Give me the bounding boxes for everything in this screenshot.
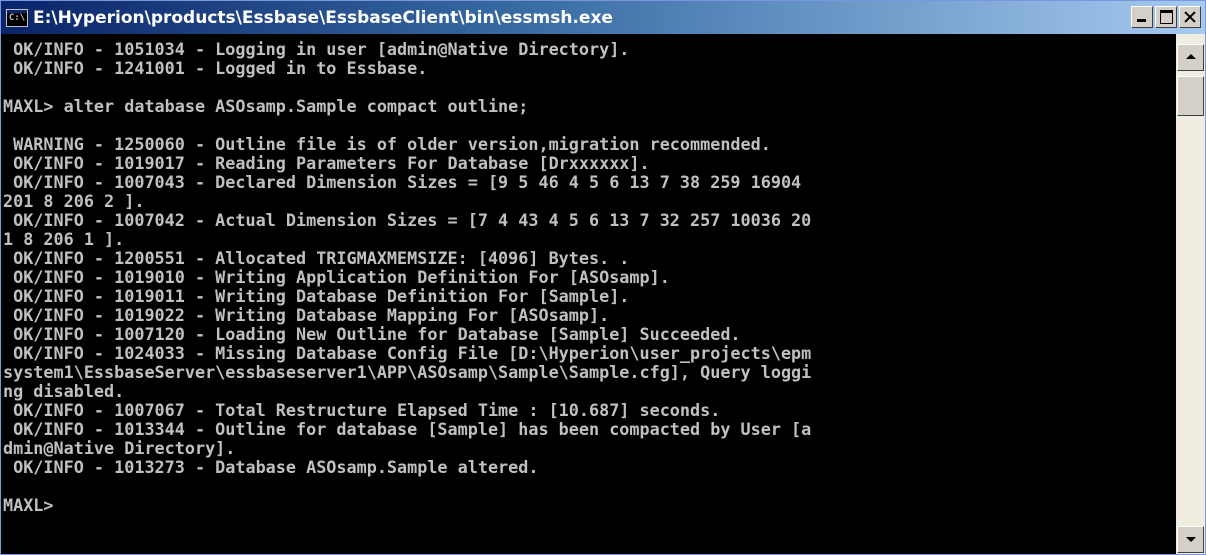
- console-line: MAXL>: [3, 495, 54, 515]
- console-line: system1\EssbaseServer\essbaseserver1\APP…: [3, 362, 812, 382]
- console-line: ng disabled.: [3, 381, 125, 401]
- maximize-button[interactable]: [1155, 6, 1177, 28]
- console-line: OK/INFO - 1200551 - Allocated TRIGMAXMEM…: [3, 248, 630, 268]
- console-line: OK/INFO - 1019010 - Writing Application …: [3, 267, 670, 287]
- minimize-button[interactable]: [1131, 6, 1153, 28]
- console-output[interactable]: OK/INFO - 1051034 - Logging in user [adm…: [1, 34, 1176, 554]
- console-line: OK/INFO - 1013273 - Database ASOsamp.Sam…: [3, 457, 539, 477]
- scroll-up-button[interactable]: [1177, 44, 1204, 71]
- console-line: OK/INFO - 1007042 - Actual Dimension Siz…: [3, 210, 812, 230]
- console-line: OK/INFO - 1007067 - Total Restructure El…: [3, 400, 721, 420]
- console-line: OK/INFO - 1051034 - Logging in user [adm…: [3, 39, 630, 59]
- scroll-thumb[interactable]: [1177, 76, 1204, 116]
- console-line: OK/INFO - 1019022 - Writing Database Map…: [3, 305, 610, 325]
- console-line: OK/INFO - 1241001 - Logged in to Essbase…: [3, 58, 428, 78]
- console-line: WARNING - 1250060 - Outline file is of o…: [3, 134, 771, 154]
- console-line: OK/INFO - 1019011 - Writing Database Def…: [3, 286, 630, 306]
- console-line: 201 8 206 2 ].: [3, 191, 145, 211]
- close-button[interactable]: [1179, 6, 1201, 28]
- vertical-scrollbar[interactable]: [1176, 34, 1205, 554]
- console-line: OK/INFO - 1007120 - Loading New Outline …: [3, 324, 741, 344]
- console-line: OK/INFO - 1007043 - Declared Dimension S…: [3, 172, 802, 192]
- console-line: MAXL> alter database ASOsamp.Sample comp…: [3, 96, 529, 116]
- title-bar[interactable]: C:\ E:\Hyperion\products\Essbase\Essbase…: [1, 1, 1205, 34]
- console-app-icon[interactable]: C:\: [6, 8, 28, 27]
- console-line: dmin@Native Directory].: [3, 438, 236, 458]
- console-window: C:\ E:\Hyperion\products\Essbase\Essbase…: [0, 0, 1206, 555]
- console-line: OK/INFO - 1024033 - Missing Database Con…: [3, 343, 812, 363]
- console-line: OK/INFO - 1013344 - Outline for database…: [3, 419, 812, 439]
- console-line: 1 8 206 1 ].: [3, 229, 125, 249]
- window-title: E:\Hyperion\products\Essbase\EssbaseClie…: [33, 7, 613, 28]
- console-line: OK/INFO - 1019017 - Reading Parameters F…: [3, 153, 650, 173]
- window-controls: [1129, 6, 1201, 28]
- scroll-down-button[interactable]: [1177, 526, 1204, 553]
